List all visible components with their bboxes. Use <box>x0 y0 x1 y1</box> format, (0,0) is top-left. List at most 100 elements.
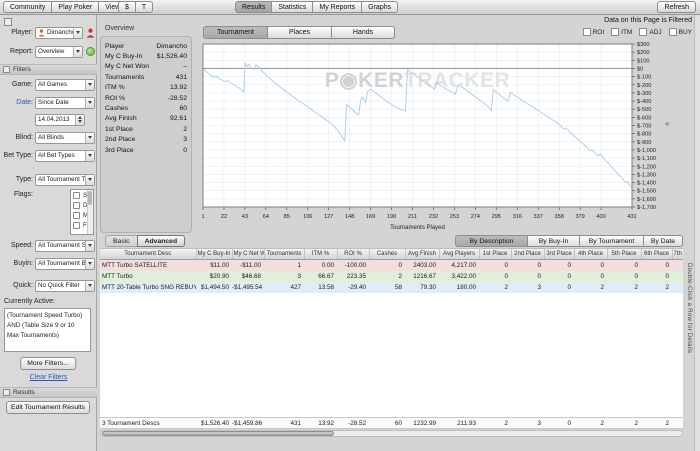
edit-tournament-results-button[interactable]: Edit Tournament Results <box>6 401 90 414</box>
checkbox-icon[interactable] <box>73 211 80 219</box>
date-mode-arrow-icon[interactable] <box>85 97 94 108</box>
column-header[interactable]: Avg Players <box>439 249 480 260</box>
results-section-header[interactable]: Results <box>0 387 97 398</box>
horizontal-scrollbar-thumb[interactable] <box>102 431 335 436</box>
tab-hands[interactable]: Hands <box>331 26 395 39</box>
column-header[interactable]: 1st Place <box>479 249 512 260</box>
table-cell: 1 <box>264 259 304 271</box>
refresh-button[interactable]: Refresh <box>657 1 696 13</box>
column-header[interactable]: Cashes <box>369 249 406 260</box>
clear-filters-link[interactable]: Clear Filters <box>0 374 97 381</box>
flag-item-steps[interactable]: STEPS <box>71 190 87 200</box>
tab-my-reports[interactable]: My Reports <box>312 1 362 13</box>
bet-type-select-arrow-icon[interactable] <box>85 150 94 161</box>
column-header[interactable]: Tournaments <box>264 249 305 260</box>
checkbox-icon[interactable] <box>73 221 80 229</box>
checkbox-icon[interactable] <box>73 201 80 209</box>
column-header[interactable]: ROI % <box>337 249 370 260</box>
date-stepper[interactable] <box>75 114 84 125</box>
table-row[interactable]: MTT 20-Table Turbo SNG REBUY $1,494.50 -$1… <box>100 282 683 293</box>
tab-advanced[interactable]: Advanced <box>136 235 186 247</box>
tab-by-date[interactable]: By Date <box>643 235 683 247</box>
blind-select-arrow-icon[interactable] <box>85 132 94 143</box>
date-input[interactable]: 14.04.2013 <box>35 113 85 126</box>
play-poker-button[interactable]: Play Poker <box>51 1 99 13</box>
tab-statistics[interactable]: Statistics <box>271 1 313 13</box>
flag-item-deep[interactable]: DEEP <box>71 200 87 210</box>
buyin-select-arrow-icon[interactable] <box>85 258 94 269</box>
currently-active-box: (Tournament Speed Turbo) AND (Table Size… <box>4 308 91 352</box>
collapse-panel-icon[interactable]: « <box>665 119 669 128</box>
type-select-arrow-icon[interactable] <box>85 174 94 185</box>
buy-checkbox[interactable]: BUY <box>668 28 692 36</box>
game-select[interactable]: All Games <box>35 78 95 91</box>
speed-select[interactable]: All Tournament Speed <box>35 239 95 252</box>
checkbox-icon[interactable] <box>73 191 80 199</box>
tab-by-tournament[interactable]: By Tournament <box>579 235 643 247</box>
flags-scrollbar[interactable] <box>87 190 93 234</box>
quick-label: Quick: <box>13 282 33 289</box>
tab-by-description[interactable]: By Description <box>455 235 527 247</box>
stat-label: Tournaments <box>105 73 145 81</box>
table-row[interactable]: MTT Turbo SATELLITE $11.00 -$11.00 1 0.00 -10… <box>100 259 683 271</box>
pane-collapse-icon[interactable] <box>4 18 12 26</box>
player-select-arrow-icon[interactable] <box>73 27 82 38</box>
blind-select[interactable]: All Blinds <box>35 131 95 144</box>
column-header[interactable]: 4th Place <box>574 249 608 260</box>
flag-item-multientry[interactable]: MULTIENTRY <box>71 210 87 220</box>
itm-checkbox[interactable]: ITM <box>611 28 632 36</box>
table-row[interactable]: MTT Turbo $20.90 $46.68 3 66.67 223.35 2 1216.6… <box>100 271 683 282</box>
column-header[interactable]: 6th Place <box>641 249 673 260</box>
table-cell: 0 <box>544 271 574 282</box>
buyin-select[interactable]: All Tournament Buyins <box>35 257 95 270</box>
report-select[interactable]: Overview <box>35 45 83 58</box>
manage-players-button[interactable] <box>85 27 96 39</box>
vertical-scrollbar[interactable] <box>694 15 700 451</box>
flags-scrollbar-thumb[interactable] <box>88 191 92 205</box>
player-select[interactable]: Dimancho <box>35 26 83 39</box>
adj-checkbox[interactable]: ADJ <box>639 28 662 36</box>
filters-section-header[interactable]: Filters <box>0 64 97 75</box>
column-header[interactable]: 2nd Place <box>511 249 545 260</box>
column-header[interactable]: 7th Place <box>672 249 683 260</box>
bet-type-select[interactable]: All Bet Types <box>35 149 95 162</box>
checkbox-icon[interactable] <box>611 28 620 36</box>
itm-checkbox-label: ITM <box>621 28 633 36</box>
checkbox-icon[interactable] <box>639 28 648 36</box>
flag-item-fifty50[interactable]: FIFTY50 <box>71 220 87 230</box>
game-select-arrow-icon[interactable] <box>85 79 94 90</box>
tab-places[interactable]: Places <box>267 26 331 39</box>
summary-cell: -$1,459.86 <box>232 418 264 428</box>
type-select[interactable]: All Tournament Types <box>35 173 95 186</box>
column-header[interactable]: ITM % <box>304 249 338 260</box>
tab-results[interactable]: Results <box>235 1 272 13</box>
checkbox-icon[interactable] <box>668 28 677 36</box>
speed-select-arrow-icon[interactable] <box>85 240 94 251</box>
dollar-toggle-button[interactable]: $ <box>118 1 135 13</box>
quick-select[interactable]: No Quick Filter <box>35 279 95 292</box>
more-filters-button[interactable]: More Filters... <box>20 357 76 370</box>
tab-by-buyin[interactable]: By Buy-In <box>527 235 579 247</box>
column-header[interactable]: 3rd Place <box>544 249 575 260</box>
table-cell: 0 <box>574 271 607 282</box>
quick-select-arrow-icon[interactable] <box>85 280 94 291</box>
checkbox-icon[interactable] <box>582 28 591 36</box>
svg-text:$-700: $-700 <box>637 124 651 130</box>
community-button[interactable]: Community <box>3 1 52 13</box>
column-header[interactable]: My C Buy-In <box>196 249 233 260</box>
tab-basic[interactable]: Basic <box>105 235 137 247</box>
svg-text:$-400: $-400 <box>637 99 651 105</box>
tab-tournament[interactable]: Tournament <box>203 26 267 39</box>
table-cell: 0 <box>479 259 511 271</box>
tab-graphs[interactable]: Graphs <box>361 1 399 13</box>
date-mode-select[interactable]: Since Date <box>35 96 95 109</box>
column-header[interactable]: Avg Finish <box>405 249 440 260</box>
roi-checkbox[interactable]: ROI <box>582 28 604 36</box>
report-select-arrow-icon[interactable] <box>73 46 82 57</box>
tournament-toggle-button[interactable]: T <box>134 1 154 13</box>
horizontal-scrollbar[interactable] <box>100 430 683 437</box>
report-status-button[interactable] <box>85 46 96 58</box>
column-header[interactable]: Tournament Desc <box>100 249 197 260</box>
column-header[interactable]: 5th Place <box>607 249 642 260</box>
column-header[interactable]: My C Net Won <box>232 249 265 260</box>
